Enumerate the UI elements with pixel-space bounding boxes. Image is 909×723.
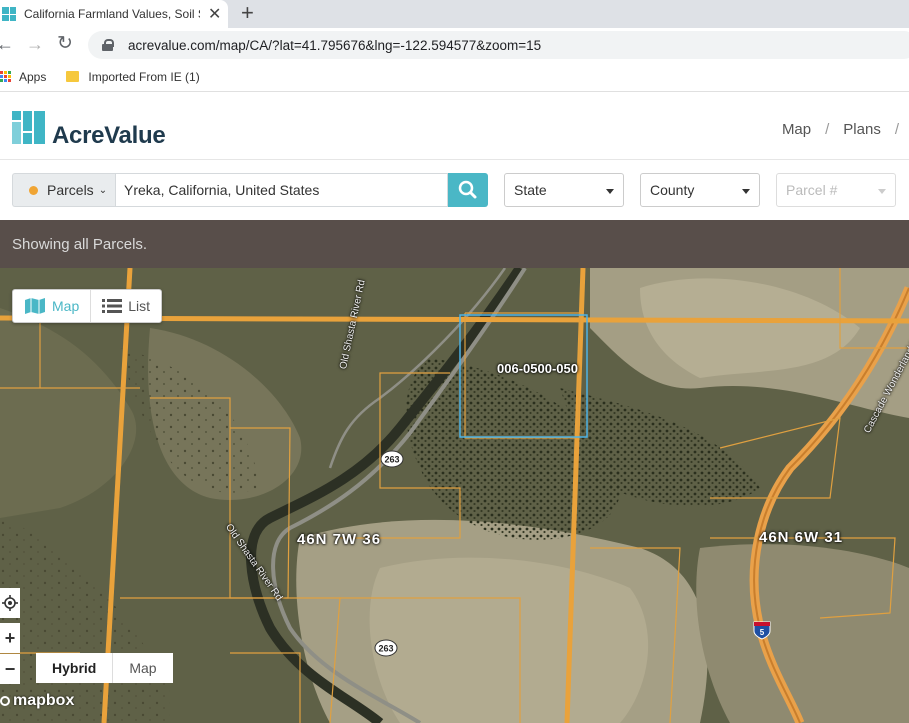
caret-down-icon <box>606 189 614 194</box>
view-toggle: Map List <box>12 289 163 323</box>
map-view-label: Map <box>52 298 80 314</box>
zoom-in-button[interactable]: + <box>0 623 20 653</box>
state-select-label: State <box>514 182 547 198</box>
parcel-number-placeholder: Parcel # <box>786 182 838 198</box>
map-basemap-button[interactable]: Map <box>113 653 172 683</box>
forward-arrow-icon[interactable]: → <box>26 34 44 54</box>
mapbox-text: mapbox <box>13 692 75 709</box>
lock-icon <box>102 39 114 51</box>
mapbox-logo-icon <box>0 696 10 706</box>
locate-button[interactable] <box>0 588 20 618</box>
bookmarks-bar: Apps Imported From IE (1) <box>0 62 909 92</box>
search-icon <box>458 180 477 199</box>
section-label-east: 46N 6W 31 <box>759 529 844 546</box>
svg-text:5: 5 <box>760 628 765 637</box>
status-banner: Showing all Parcels. <box>0 220 909 268</box>
svg-text:263: 263 <box>378 644 393 654</box>
bookmark-apps[interactable]: Apps <box>19 70 46 84</box>
logo-wordmark[interactable]: AcreValue <box>52 122 166 150</box>
tab-title: California Farmland Values, Soil S <box>24 7 200 21</box>
parcels-layer-dropdown[interactable]: Parcels ⌄ <box>12 173 116 207</box>
list-view-label: List <box>128 298 151 314</box>
section-label-west: 46N 7W 36 <box>297 531 382 548</box>
folder-icon <box>66 71 80 82</box>
caret-down-icon <box>878 189 886 194</box>
crosshair-icon <box>2 595 18 611</box>
top-navigation: Map / Plans / <box>782 121 899 138</box>
caret-down-icon <box>742 189 750 194</box>
address-bar[interactable]: acrevalue.com/map/CA/?lat=41.795676&lng=… <box>88 31 909 59</box>
apps-grid-icon[interactable] <box>0 71 11 82</box>
banner-text: Showing all Parcels. <box>12 235 148 253</box>
mapbox-attribution[interactable]: mapbox <box>0 692 74 710</box>
map-view-button[interactable]: Map <box>13 290 92 322</box>
route-263-shield-icon: 263 <box>374 639 398 657</box>
back-arrow-icon[interactable]: ← <box>0 34 14 54</box>
new-tab-icon[interactable]: + <box>241 1 254 25</box>
acrevalue-logo-icon[interactable] <box>12 111 45 144</box>
close-tab-icon[interactable]: ✕ <box>208 4 221 24</box>
county-select-label: County <box>650 182 695 198</box>
location-search-input[interactable] <box>115 173 448 207</box>
county-select[interactable]: County <box>640 173 760 207</box>
hybrid-basemap-button[interactable]: Hybrid <box>36 653 114 683</box>
route-263-shield-icon: 263 <box>380 450 404 468</box>
map-canvas[interactable]: Map List 006-0500-050 46N 7W 36 46N 6W 3… <box>0 268 909 723</box>
reload-icon[interactable]: ↻ <box>57 34 73 54</box>
bookmark-imported-from-ie[interactable]: Imported From IE (1) <box>88 70 199 84</box>
site-header: AcreValue Map / Plans / <box>0 96 909 160</box>
acrevalue-favicon-icon <box>2 7 16 21</box>
nav-separator: / <box>825 121 830 138</box>
zoom-out-button[interactable]: − <box>0 654 20 684</box>
state-select[interactable]: State <box>504 173 624 207</box>
parcel-number-select[interactable]: Parcel # <box>776 173 896 207</box>
svg-text:263: 263 <box>384 455 399 465</box>
interstate-5-shield-icon: 5 <box>753 621 771 640</box>
browser-tab-strip: California Farmland Values, Soil S ✕ + <box>0 0 909 28</box>
url-text: acrevalue.com/map/CA/?lat=41.795676&lng=… <box>128 37 542 53</box>
map-fold-icon <box>25 298 45 314</box>
search-button[interactable] <box>448 173 488 207</box>
nav-separator: / <box>894 121 899 138</box>
chevron-down-icon: ⌄ <box>98 184 108 196</box>
parcel-dot-icon <box>29 185 38 195</box>
parcels-label: Parcels <box>47 182 94 198</box>
list-icon <box>102 299 123 313</box>
parcel-id-label[interactable]: 006-0500-050 <box>497 361 578 376</box>
browser-tab[interactable]: California Farmland Values, Soil S ✕ <box>0 0 228 28</box>
basemap-switcher: Hybrid Map <box>36 653 173 683</box>
nav-map-link[interactable]: Map <box>782 121 811 138</box>
browser-toolbar: ← → ↻ acrevalue.com/map/CA/?lat=41.79567… <box>0 28 909 62</box>
search-toolbar: Parcels ⌄ State County Parcel # <box>0 160 909 220</box>
list-view-button[interactable]: List <box>91 290 161 322</box>
nav-plans-link[interactable]: Plans <box>843 121 881 138</box>
